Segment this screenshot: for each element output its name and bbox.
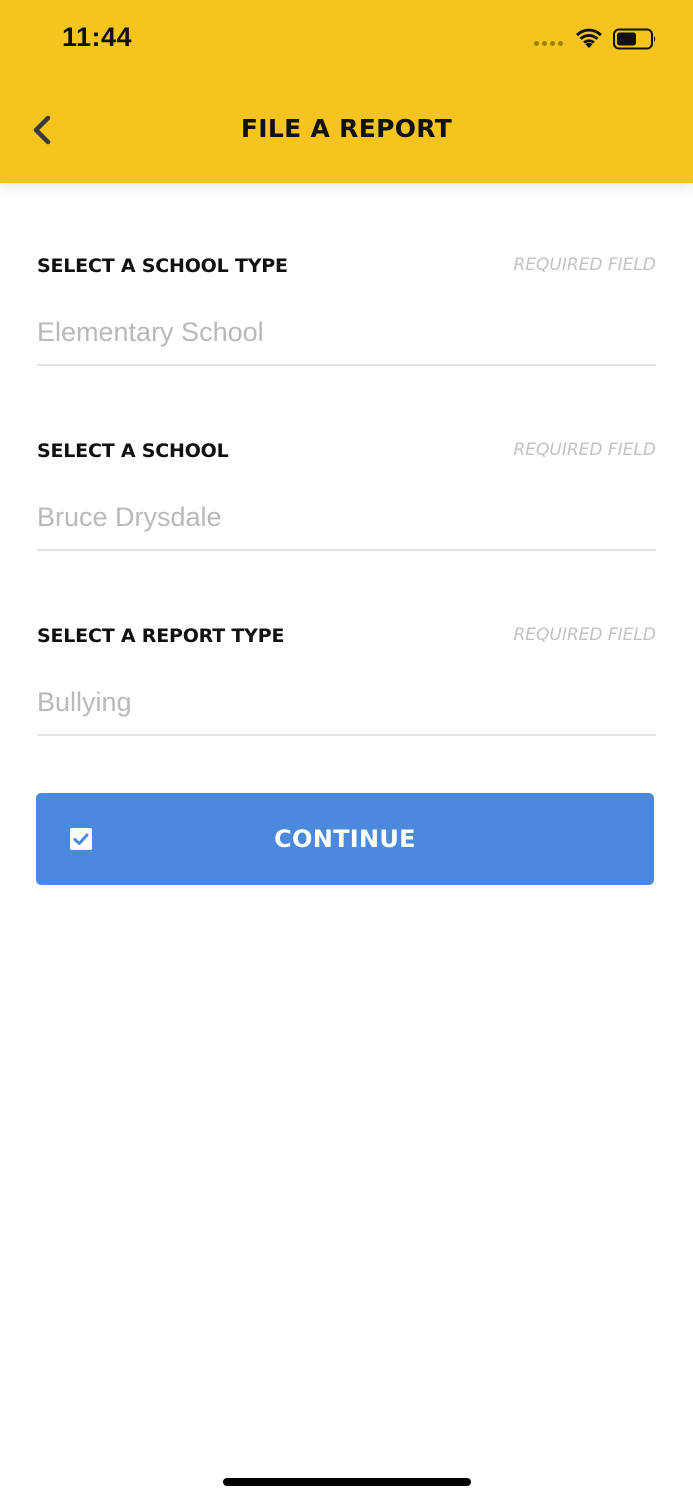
required-field-note: REQUIRED FIELD (513, 255, 656, 275)
home-indicator[interactable] (223, 1478, 471, 1486)
school-type-field[interactable]: SELECT A SCHOOL TYPE REQUIRED FIELD Elem… (37, 255, 656, 385)
continue-label: CONTINUE (274, 825, 416, 853)
school-type-select[interactable]: Elementary School (37, 317, 264, 348)
school-field[interactable]: SELECT A SCHOOL REQUIRED FIELD Bruce Dry… (37, 440, 656, 570)
app-header: 11:44 FILE A REPORT (0, 0, 693, 183)
field-divider (37, 364, 656, 366)
field-divider (37, 734, 656, 736)
status-icons (534, 26, 657, 52)
report-type-field[interactable]: SELECT A REPORT TYPE REQUIRED FIELD Bull… (37, 625, 656, 755)
report-type-select[interactable]: Bullying (37, 687, 132, 718)
status-time: 11:44 (62, 22, 133, 52)
wifi-icon (576, 28, 602, 48)
cellular-signal-icon (534, 40, 563, 46)
report-type-label: SELECT A REPORT TYPE (37, 625, 285, 647)
page-title: FILE A REPORT (240, 114, 453, 143)
continue-button[interactable]: CONTINUE (36, 793, 654, 885)
battery-icon (613, 28, 656, 50)
school-select[interactable]: Bruce Drysdale (37, 502, 222, 533)
school-type-label: SELECT A SCHOOL TYPE (37, 255, 288, 277)
field-divider (37, 549, 656, 551)
required-field-note: REQUIRED FIELD (513, 625, 656, 645)
school-label: SELECT A SCHOOL (37, 440, 229, 462)
required-field-note: REQUIRED FIELD (513, 440, 656, 460)
